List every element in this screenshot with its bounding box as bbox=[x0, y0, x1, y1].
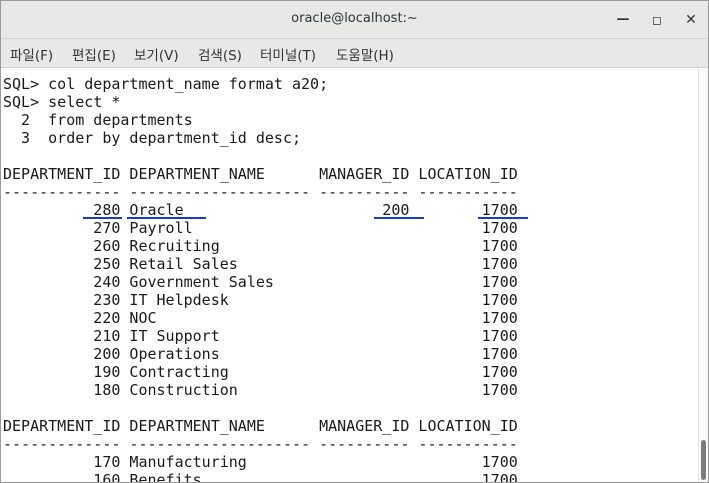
terminal-output[interactable]: SQL> col department_name format a20; SQL… bbox=[1, 68, 698, 482]
result-header: DEPARTMENT_ID DEPARTMENT_NAME MANAGER_ID… bbox=[3, 165, 518, 183]
annotation-underline-name bbox=[127, 217, 206, 219]
menu-view[interactable]: 보기(V) bbox=[134, 44, 179, 64]
vertical-scrollbar[interactable] bbox=[698, 68, 708, 482]
annotation-underline-manager bbox=[374, 217, 424, 219]
result-row: 160 Benefits 1700 bbox=[3, 471, 518, 482]
close-icon[interactable]: ✕ bbox=[681, 10, 701, 30]
result-row: 200 Operations 1700 bbox=[3, 345, 518, 363]
result-separator: ------------- -------------------- -----… bbox=[3, 435, 518, 453]
terminal-window: oracle@localhost:~ — ◻ ✕ 파일(F) 편집(E) 보기(… bbox=[0, 0, 709, 483]
scrollbar-thumb[interactable] bbox=[701, 440, 706, 480]
menu-edit[interactable]: 편집(E) bbox=[72, 44, 116, 64]
maximize-icon[interactable]: ◻ bbox=[647, 10, 667, 30]
result-row: 210 IT Support 1700 bbox=[3, 327, 518, 345]
result-separator: ------------- -------------------- -----… bbox=[3, 183, 518, 201]
terminal-line: 3 order by department_id desc; bbox=[3, 129, 302, 147]
menu-bar: 파일(F) 편집(E) 보기(V) 검색(S) 터미널(T) 도움말(H) bbox=[1, 39, 708, 68]
result-row: 180 Construction 1700 bbox=[3, 381, 518, 399]
result-row: 260 Recruiting 1700 bbox=[3, 237, 518, 255]
result-row: 190 Contracting 1700 bbox=[3, 363, 518, 381]
result-row: 170 Manufacturing 1700 bbox=[3, 453, 518, 471]
menu-help[interactable]: 도움말(H) bbox=[336, 44, 394, 64]
title-bar[interactable]: oracle@localhost:~ — ◻ ✕ bbox=[1, 1, 708, 39]
window-title: oracle@localhost:~ bbox=[291, 11, 418, 26]
result-row: 280 Oracle 200 1700 bbox=[3, 201, 518, 219]
terminal-line: SQL> select * bbox=[3, 93, 121, 111]
annotation-underline-id bbox=[83, 217, 122, 219]
menu-search[interactable]: 검색(S) bbox=[198, 44, 242, 64]
menu-file[interactable]: 파일(F) bbox=[10, 44, 53, 64]
result-row: 250 Retail Sales 1700 bbox=[3, 255, 518, 273]
result-row: 240 Government Sales 1700 bbox=[3, 273, 518, 291]
result-row: 230 IT Helpdesk 1700 bbox=[3, 291, 518, 309]
terminal-line: SQL> col department_name format a20; bbox=[3, 75, 329, 93]
result-row: 220 NOC 1700 bbox=[3, 309, 518, 327]
result-row: 270 Payroll 1700 bbox=[3, 219, 518, 237]
minimize-icon[interactable]: — bbox=[613, 10, 633, 30]
result-header: DEPARTMENT_ID DEPARTMENT_NAME MANAGER_ID… bbox=[3, 417, 518, 435]
annotation-underline-location bbox=[478, 217, 528, 219]
menu-terminal[interactable]: 터미널(T) bbox=[260, 44, 316, 64]
terminal-line: 2 from departments bbox=[3, 111, 193, 129]
